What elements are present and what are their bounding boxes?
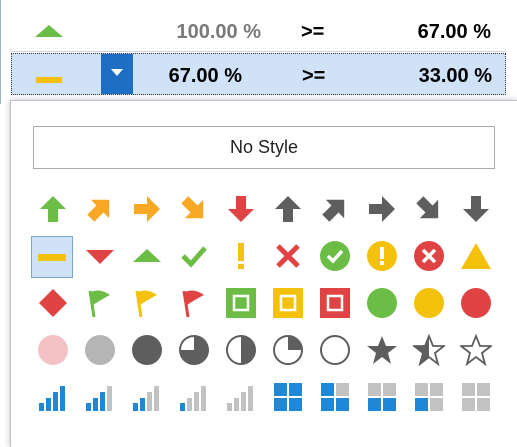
signal-1-bar-icon[interactable] (174, 377, 214, 417)
dash-icon[interactable] (34, 71, 66, 89)
icon-picker-popup: No Style (10, 100, 517, 447)
rule-value-from[interactable]: 67.00 % (102, 65, 242, 88)
quad-2-icon[interactable] (362, 377, 402, 417)
quad-1-icon[interactable] (409, 377, 449, 417)
rule-value-to[interactable]: 33.00 % (352, 65, 492, 88)
triangle-up-icon[interactable] (33, 23, 65, 44)
star-half-icon[interactable] (409, 330, 449, 370)
arrow-up-right-gray-icon[interactable] (315, 189, 355, 229)
signal-0-bars-icon[interactable] (221, 377, 261, 417)
arrow-down-red-icon[interactable] (221, 189, 261, 229)
rule-row[interactable]: 100.00 % >= 67.00 % (11, 10, 506, 52)
triangle-yellow-icon[interactable] (456, 236, 496, 276)
arrow-down-right-orange-icon[interactable] (174, 189, 214, 229)
quad-4-icon[interactable] (268, 377, 308, 417)
rule-operator[interactable]: >= (302, 65, 325, 88)
dash-yellow-icon[interactable] (31, 236, 73, 278)
exclamation-circle-yellow-icon[interactable] (362, 236, 402, 276)
cross-circle-red-icon[interactable] (409, 236, 449, 276)
arrow-up-right-orange-icon[interactable] (80, 189, 120, 229)
arrow-up-green-icon[interactable] (33, 189, 73, 229)
pie-half-icon[interactable] (221, 330, 261, 370)
checkmark-green-icon[interactable] (174, 236, 214, 276)
circle-red-icon[interactable] (456, 283, 496, 323)
signal-4-bars-icon[interactable] (33, 377, 73, 417)
rule-value-to[interactable]: 67.00 % (351, 21, 491, 44)
signal-3-bars-icon[interactable] (80, 377, 120, 417)
circle-green-icon[interactable] (362, 283, 402, 323)
pie-three-quarter-icon[interactable] (174, 330, 214, 370)
flag-red-icon[interactable] (174, 283, 214, 323)
star-empty-icon[interactable] (456, 330, 496, 370)
quad-0-icon[interactable] (456, 377, 496, 417)
circle-yellow-icon[interactable] (409, 283, 449, 323)
triangle-down-red-icon[interactable] (80, 236, 120, 276)
flag-green-icon[interactable] (80, 283, 120, 323)
arrow-right-gray-icon[interactable] (362, 189, 402, 229)
rule-row-selected[interactable]: 67.00 % >= 33.00 % (11, 53, 506, 95)
star-full-icon[interactable] (362, 330, 402, 370)
signal-2-bars-icon[interactable] (127, 377, 167, 417)
square-yellow-icon[interactable] (268, 283, 308, 323)
square-green-icon[interactable] (221, 283, 261, 323)
square-red-icon[interactable] (315, 283, 355, 323)
check-circle-green-icon[interactable] (315, 236, 355, 276)
rule-operator[interactable]: >= (301, 21, 324, 44)
cross-red-icon[interactable] (268, 236, 308, 276)
conditional-format-grid: 100.00 % >= 67.00 % 67.00 % >= 33.00 % (0, 0, 517, 104)
circle-pink-icon[interactable] (33, 330, 73, 370)
arrow-up-gray-icon[interactable] (268, 189, 308, 229)
circle-lightgray-icon[interactable] (80, 330, 120, 370)
pie-quarter-icon[interactable] (268, 330, 308, 370)
exclamation-yellow-icon[interactable] (221, 236, 261, 276)
circle-darkgray-icon[interactable] (127, 330, 167, 370)
arrow-right-orange-icon[interactable] (127, 189, 167, 229)
arrow-down-right-gray-icon[interactable] (409, 189, 449, 229)
diamond-red-icon[interactable] (33, 283, 73, 323)
triangle-up-green-icon[interactable] (127, 236, 167, 276)
circle-empty-icon[interactable] (315, 330, 355, 370)
arrow-down-gray-icon[interactable] (456, 189, 496, 229)
no-style-button[interactable]: No Style (33, 126, 495, 169)
flag-yellow-icon[interactable] (127, 283, 167, 323)
quad-3-icon[interactable] (315, 377, 355, 417)
rule-value-from[interactable]: 100.00 % (121, 21, 261, 44)
